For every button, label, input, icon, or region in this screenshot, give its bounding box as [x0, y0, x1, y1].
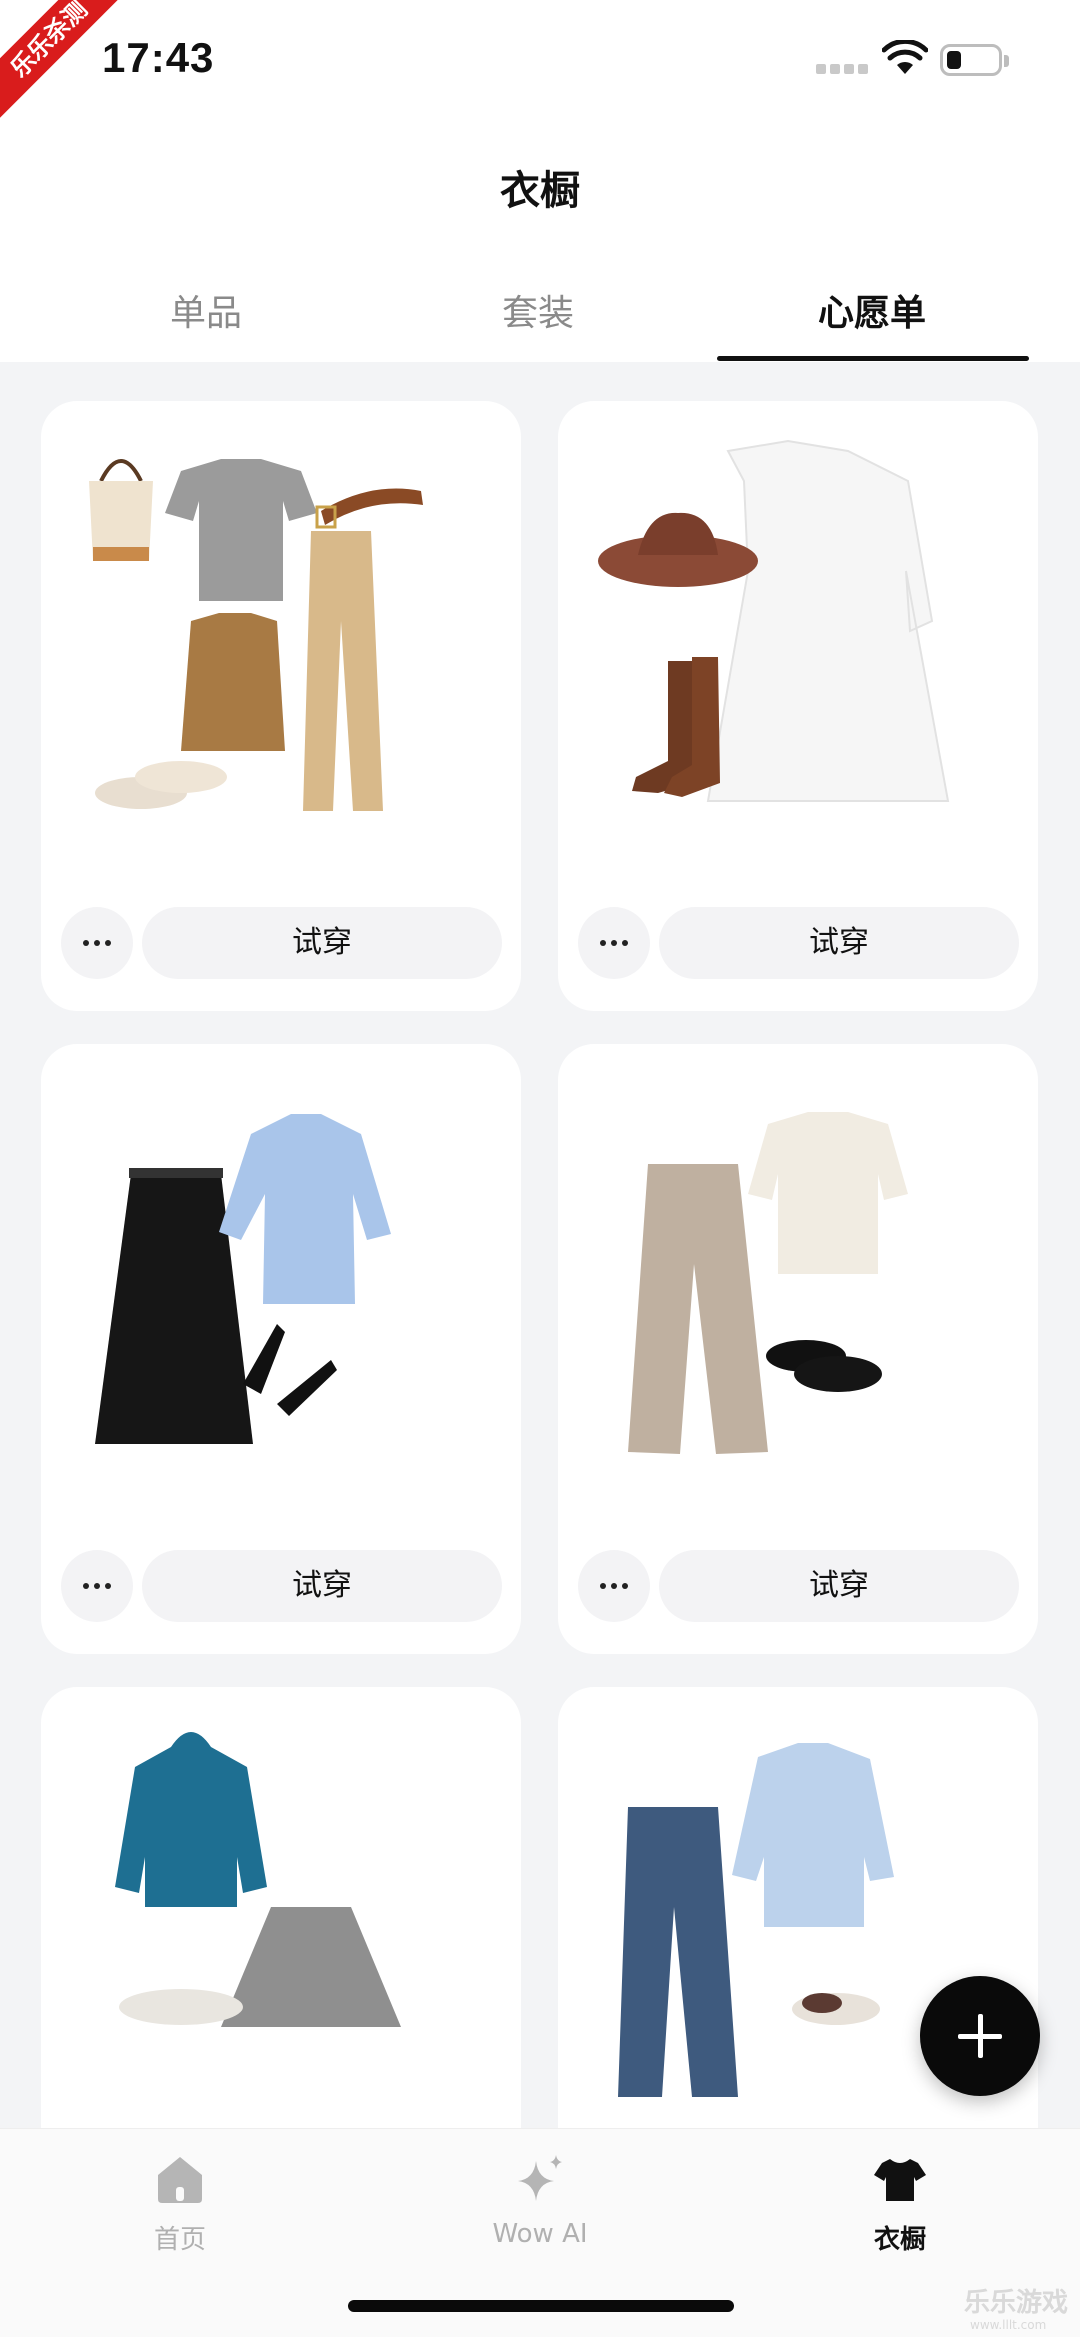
- hat-icon: [598, 512, 758, 587]
- tab-active-indicator: [717, 356, 1029, 361]
- shirt-icon: [748, 1112, 908, 1274]
- outfit-image: [598, 439, 950, 802]
- trousers-icon: [628, 1164, 768, 1454]
- outfit-card[interactable]: 试穿: [41, 401, 521, 1011]
- battery-icon: [940, 44, 1009, 76]
- more-button[interactable]: [578, 1550, 650, 1622]
- try-on-button[interactable]: 试穿: [659, 1550, 1019, 1622]
- page-title: 衣橱: [500, 168, 580, 214]
- status-time: 17:43: [102, 34, 215, 81]
- outfit-card[interactable]: 试穿: [41, 1044, 521, 1654]
- skirt-icon: [221, 1907, 401, 2027]
- tshirt-icon: [165, 459, 317, 601]
- heels-icon: [243, 1324, 337, 1416]
- outfit-image: [115, 1732, 401, 2027]
- nav-wow-ai-label: Wow AI: [492, 2219, 588, 2249]
- tab-bar: 单品 套装 心愿单: [0, 270, 1080, 362]
- nav-home-label: 首页: [153, 2225, 206, 2255]
- tshirt-icon: [874, 2159, 926, 2201]
- signal-icon: [816, 64, 872, 74]
- dress-icon: [706, 439, 950, 802]
- hoodie-icon: [115, 1732, 267, 1907]
- nav-wardrobe[interactable]: 衣橱: [800, 2151, 1000, 2256]
- try-on-button[interactable]: 试穿: [142, 907, 502, 979]
- more-button[interactable]: [61, 1550, 133, 1622]
- outfit-image: [95, 1114, 391, 1444]
- nav-home[interactable]: 首页: [80, 2151, 280, 2256]
- loafers-icon: [766, 1340, 882, 1392]
- more-button[interactable]: [578, 907, 650, 979]
- nav-wardrobe-label: 衣橱: [873, 2225, 926, 2255]
- sneakers-icon: [792, 1993, 880, 2025]
- sneakers-icon: [119, 1989, 243, 2025]
- outfit-image: [89, 459, 423, 811]
- try-on-button[interactable]: 试穿: [659, 907, 1019, 979]
- pants-icon: [303, 531, 383, 811]
- wifi-icon: [882, 40, 928, 74]
- shirt-icon: [181, 613, 285, 751]
- belt-icon: [315, 488, 423, 529]
- jacket-icon: [732, 1743, 894, 1927]
- tab-outfits[interactable]: 套装: [502, 284, 574, 336]
- sneakers-icon: [95, 761, 227, 809]
- nav-wow-ai[interactable]: Wow AI: [440, 2151, 640, 2249]
- try-on-button[interactable]: 试穿: [142, 1550, 502, 1622]
- watermark: 乐乐游戏: [964, 2288, 1069, 2318]
- add-button[interactable]: [920, 1976, 1040, 2096]
- outfit-card[interactable]: 试穿: [558, 1044, 1038, 1654]
- belt-icon: [129, 1168, 223, 1178]
- outfit-card[interactable]: 试穿: [558, 401, 1038, 1011]
- tab-items[interactable]: 单品: [170, 284, 242, 336]
- bag-icon: [89, 459, 153, 561]
- home-icon: [158, 2157, 202, 2203]
- home-indicator: [348, 2300, 734, 2312]
- blouse-icon: [219, 1114, 391, 1304]
- boots-icon: [632, 657, 720, 797]
- sparkle-icon: [518, 2155, 562, 2201]
- more-button[interactable]: [61, 907, 133, 979]
- jeans-icon: [618, 1807, 738, 2097]
- outfit-image: [628, 1112, 908, 1454]
- watermark-url: www.lllt.com: [970, 2318, 1047, 2332]
- tab-wishlist[interactable]: 心愿单: [818, 284, 926, 336]
